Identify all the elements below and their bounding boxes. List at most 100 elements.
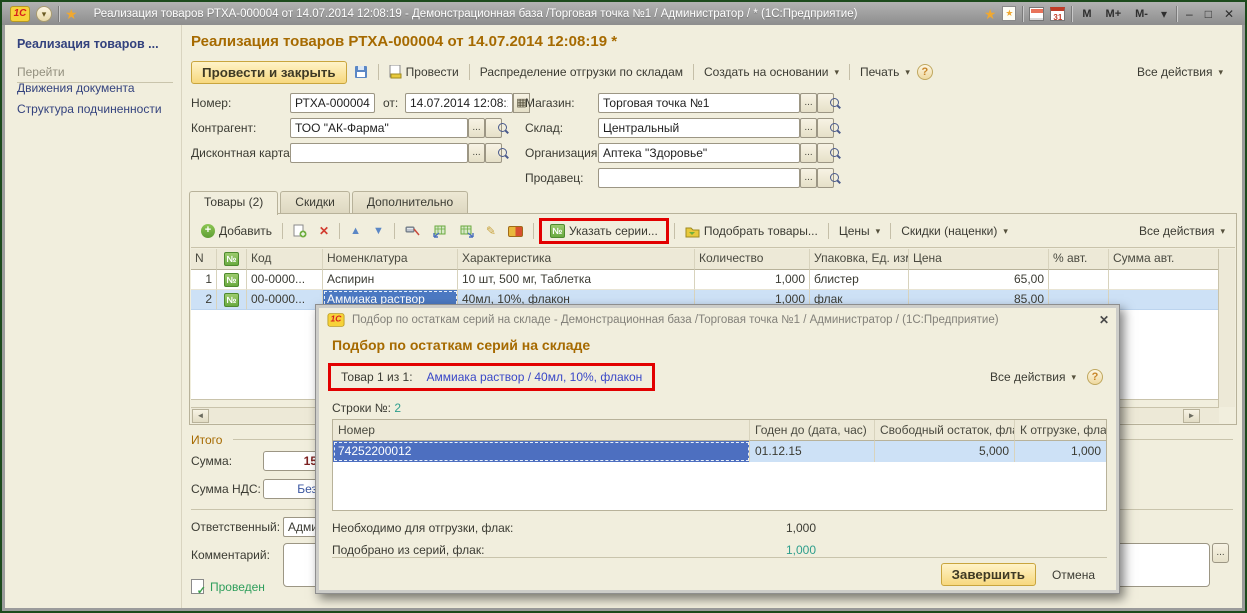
scroll-left-icon[interactable]: [192, 409, 209, 423]
sum-field[interactable]: 15: [263, 451, 320, 471]
move-down-button[interactable]: [368, 223, 389, 239]
create-based-on-button[interactable]: Создать на основании▾: [699, 63, 844, 81]
main-menu-button[interactable]: ▾: [36, 6, 52, 22]
store-search-button[interactable]: [817, 93, 834, 113]
divider: [394, 223, 395, 239]
delete-row-button[interactable]: [314, 222, 334, 240]
rows-counter: Строки №: 2: [332, 401, 401, 415]
table-row[interactable]: 1 00-0000... Аспирин 10 шт, 500 мг, Табл…: [191, 270, 1220, 290]
memory-plus-button[interactable]: M+: [1102, 8, 1126, 20]
picked-label: Подобрано из серий, флак:: [332, 543, 484, 557]
organization-field[interactable]: [598, 143, 800, 163]
col-header-quantity[interactable]: Количество: [695, 249, 810, 270]
help-icon[interactable]: ?: [917, 64, 933, 80]
store-field[interactable]: [598, 93, 800, 113]
col-header-price[interactable]: Цена: [909, 249, 1049, 270]
cancel-button[interactable]: Отмена: [1044, 565, 1103, 585]
tab-discounts[interactable]: Скидки: [280, 191, 350, 214]
discounts-button[interactable]: Скидки (наценки)▾: [896, 222, 1013, 240]
counterparty-search-button[interactable]: [485, 118, 502, 138]
col-header-sum-auto[interactable]: Сумма авт.: [1109, 249, 1220, 270]
col-header-package[interactable]: Упаковка, Ед. изм.: [810, 249, 909, 270]
finish-button[interactable]: Завершить: [941, 563, 1036, 586]
pick-goods-button[interactable]: Подобрать товары...: [680, 222, 823, 240]
vat-field[interactable]: Без: [263, 479, 320, 499]
discount-card-button[interactable]: [503, 224, 528, 239]
col-header-pct-auto[interactable]: % авт.: [1049, 249, 1109, 270]
sidebar-link-subordination-structure[interactable]: Структура подчиненности: [17, 102, 162, 116]
all-actions-button[interactable]: Все действия▾: [1132, 63, 1228, 81]
unload-to-terminal-button[interactable]: [454, 223, 479, 240]
seller-field[interactable]: [598, 168, 800, 188]
calculator-icon[interactable]: [1029, 7, 1044, 21]
vertical-scrollbar[interactable]: [1218, 249, 1235, 407]
minimize-button[interactable]: –: [1183, 6, 1196, 22]
memory-minus-button[interactable]: M-: [1131, 8, 1152, 20]
col-header-expiry[interactable]: Годен до (дата, час): [750, 420, 875, 441]
tab-goods[interactable]: Товары (2): [189, 191, 278, 215]
col-header-nomenclature[interactable]: Номенклатура: [323, 249, 458, 270]
warehouse-field[interactable]: [598, 118, 800, 138]
warehouse-search-button[interactable]: [817, 118, 834, 138]
barcode-scanner-button[interactable]: [400, 223, 425, 240]
post-and-close-button[interactable]: Провести и закрыть: [191, 61, 347, 84]
sidebar-link-document-movements[interactable]: Движения документа: [17, 81, 135, 95]
store-label: Магазин:: [525, 96, 575, 110]
tab-additional[interactable]: Дополнительно: [352, 191, 468, 214]
number-field[interactable]: [290, 93, 375, 113]
discount-card-select-button[interactable]: ...: [468, 143, 485, 163]
discount-card-search-button[interactable]: [485, 143, 502, 163]
calendar-icon[interactable]: 31: [1050, 7, 1065, 21]
1c-logo-icon: [328, 313, 345, 327]
comment-expand-button[interactable]: ...: [1212, 543, 1229, 563]
goods-all-actions-button[interactable]: Все действия▾: [1134, 222, 1230, 240]
add-favorite-icon[interactable]: ★: [1002, 6, 1016, 21]
col-header-series[interactable]: [217, 249, 247, 270]
warehouse-select-button[interactable]: ...: [800, 118, 817, 138]
col-header-characteristic[interactable]: Характеристика: [458, 249, 695, 270]
organization-search-button[interactable]: [817, 143, 834, 163]
chevron-down-icon[interactable]: ▾: [1158, 6, 1170, 22]
copy-row-button[interactable]: [288, 222, 312, 240]
discount-card-field[interactable]: [290, 143, 468, 163]
organization-select-button[interactable]: ...: [800, 143, 817, 163]
seller-select-button[interactable]: ...: [800, 168, 817, 188]
col-header-code[interactable]: Код: [247, 249, 323, 270]
store-select-button[interactable]: ...: [800, 93, 817, 113]
counterparty-field[interactable]: [290, 118, 468, 138]
add-row-button[interactable]: Добавить: [196, 222, 277, 240]
save-button[interactable]: [349, 63, 373, 81]
maximize-button[interactable]: □: [1202, 6, 1215, 22]
col-header-number[interactable]: Номер: [333, 420, 750, 441]
set-series-button[interactable]: Указать серии...: [545, 222, 663, 240]
move-up-button[interactable]: [345, 223, 366, 239]
counterparty-select-button[interactable]: ...: [468, 118, 485, 138]
load-from-terminal-button[interactable]: [427, 223, 452, 240]
sidebar-title: Реализация товаров ...: [17, 37, 159, 51]
col-header-n[interactable]: N: [191, 249, 217, 270]
posted-document-icon: [191, 579, 204, 594]
series-table-row-selected[interactable]: 74252200012 01.12.15 5,000 1,000: [333, 441, 1106, 462]
tab-bar: Товары (2) Скидки Дополнительно: [189, 191, 468, 214]
memory-button[interactable]: M: [1078, 8, 1095, 20]
close-button[interactable]: ✕: [1221, 6, 1237, 22]
divider: [378, 64, 379, 80]
prices-button[interactable]: Цены▾: [834, 222, 885, 240]
edit-button[interactable]: [481, 222, 501, 240]
seller-search-button[interactable]: [817, 168, 834, 188]
col-header-to-ship[interactable]: К отгрузке, флак: [1015, 420, 1106, 441]
item-link[interactable]: Аммиака раствор / 40мл, 10%, флакон: [427, 370, 643, 384]
col-header-free-balance[interactable]: Свободный остаток, флак: [875, 420, 1015, 441]
favorites-star-icon[interactable]: ★: [65, 6, 78, 22]
shipment-distribution-button[interactable]: Распределение отгрузки по складам: [475, 63, 688, 81]
discounts-label: Скидки (наценки): [901, 224, 997, 238]
post-button[interactable]: Провести: [384, 63, 464, 81]
dialog-all-actions-button[interactable]: Все действия▾: [985, 368, 1081, 386]
scroll-right-icon[interactable]: [1183, 409, 1200, 423]
print-button[interactable]: Печать▾: [855, 63, 915, 81]
dialog-close-icon[interactable]: ✕: [1099, 313, 1109, 327]
dialog-help-icon[interactable]: ?: [1087, 369, 1103, 385]
goto-link-icon[interactable]: ★: [984, 6, 997, 22]
date-field[interactable]: [405, 93, 513, 113]
divider: [828, 223, 829, 239]
